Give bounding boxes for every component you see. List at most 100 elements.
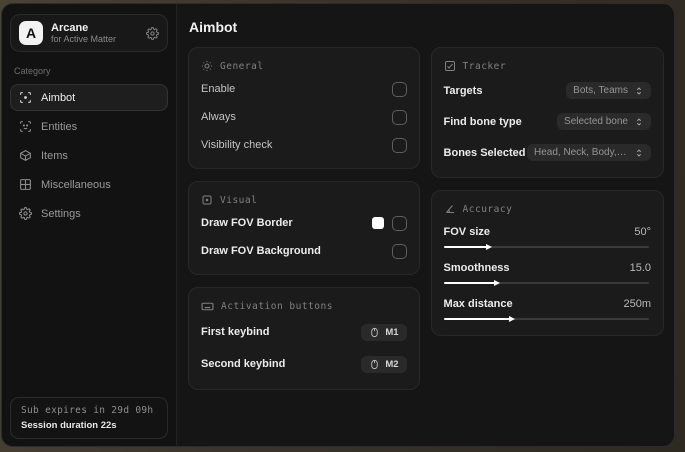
panel-title: Tracker [462, 60, 507, 72]
targets-dropdown[interactable]: Bots, Teams [566, 82, 651, 99]
setting-label: First keybind [201, 326, 270, 338]
gear-icon [19, 207, 32, 220]
setting-row-first-keybind: First keybind M1 [201, 319, 407, 345]
select-icon [634, 148, 644, 158]
sidebar-item-entities[interactable]: Entities [10, 113, 168, 140]
setting-row-bones-selected: Bones Selected Head, Neck, Body, Pe.. [444, 140, 651, 165]
setting-label: Bones Selected [443, 146, 526, 159]
keybind-value: M1 [385, 326, 399, 338]
slider-row-fov-size: FOV size 50° [443, 224, 651, 251]
entities-icon [19, 120, 32, 133]
slider-value: 250m [623, 298, 651, 310]
setting-label: Targets [443, 84, 483, 97]
layout-icon [19, 178, 32, 191]
app-name: Arcane [51, 21, 89, 34]
brand-card: A Arcane for Active Matter [10, 14, 168, 52]
keybind-button-m2[interactable]: M2 [361, 355, 407, 373]
sidebar-item-label: Entities [41, 120, 78, 133]
setting-row-visibility-check: Visibility check [201, 134, 407, 156]
panel-title: General [220, 60, 264, 72]
fov-background-checkbox[interactable] [391, 243, 407, 259]
setting-label: Draw FOV Background [201, 245, 321, 257]
keybind-value: M2 [385, 358, 399, 370]
panel-activation-buttons: Activation buttons First keybind M1 Seco… [188, 287, 420, 390]
main-content: Aimbot General Enable Always Visibility … [178, 4, 674, 446]
slider-fill [443, 315, 516, 322]
enable-checkbox[interactable] [391, 81, 407, 97]
panel-accuracy: Accuracy FOV size 50° Smoothness 15.0 Ma… [430, 190, 664, 336]
always-checkbox[interactable] [391, 109, 407, 125]
setting-row-fov-background: Draw FOV Background [201, 240, 407, 262]
panel-visual: Visual Draw FOV Border Draw FOV Backgrou… [188, 181, 420, 275]
slider-fill [443, 279, 501, 286]
crosshair-icon [19, 91, 32, 104]
sun-icon [201, 60, 213, 72]
setting-label: Second keybind [201, 358, 286, 370]
sidebar-item-settings[interactable]: Settings [10, 200, 168, 227]
panel-title: Visual [220, 194, 258, 206]
setting-label: Visibility check [201, 139, 273, 151]
dropdown-value: Selected bone [564, 116, 628, 127]
slider-row-smoothness: Smoothness 15.0 [443, 260, 651, 287]
category-label: Category [14, 66, 51, 76]
dropdown-value: Head, Neck, Body, Pe.. [534, 147, 628, 158]
setting-row-fov-border: Draw FOV Border [201, 212, 407, 234]
find-bone-type-dropdown[interactable]: Selected bone [557, 113, 651, 130]
dropdown-value: Bots, Teams [573, 85, 628, 96]
sidebar-item-items[interactable]: Items [10, 142, 168, 169]
sidebar-item-label: Settings [41, 207, 81, 220]
setting-row-find-bone-type: Find bone type Selected bone [444, 109, 651, 134]
mouse-icon [369, 327, 380, 338]
category-nav: Aimbot Entities Items Miscellaneous Sett… [10, 84, 168, 227]
page-title: Aimbot [189, 19, 238, 35]
sidebar-item-miscellaneous[interactable]: Miscellaneous [10, 171, 168, 198]
panel-general: General Enable Always Visibility check [188, 47, 420, 169]
setting-row-second-keybind: Second keybind M2 [201, 351, 407, 377]
panel-title: Accuracy [462, 203, 513, 215]
sidebar-item-label: Items [41, 149, 68, 162]
slider-value: 15.0 [629, 262, 651, 274]
sidebar-item-label: Aimbot [41, 91, 76, 104]
app-logo: A [19, 21, 43, 45]
keybind-button-m1[interactable]: M1 [361, 323, 407, 341]
color-swatch[interactable] [371, 217, 384, 229]
slider-value: 50° [634, 226, 651, 238]
sidebar-item-label: Miscellaneous [41, 178, 111, 191]
select-icon [634, 86, 644, 96]
select-icon [634, 117, 644, 127]
panel-title: Activation buttons [221, 301, 333, 312]
panel-tracker: Tracker Targets Bots, Teams Find bone ty… [430, 47, 664, 178]
bones-selected-dropdown[interactable]: Head, Neck, Body, Pe.. [527, 144, 651, 161]
setting-label: Find bone type [443, 115, 522, 128]
mouse-icon [369, 359, 380, 370]
sub-expires-text: Sub expires in 29d 09h [21, 405, 154, 416]
slider-fill [443, 243, 492, 250]
sidebar: A Arcane for Active Matter Category Aimb… [2, 4, 177, 446]
session-duration-text: Session duration 22s [21, 420, 117, 431]
focus-icon [201, 194, 213, 206]
tracker-icon [444, 60, 456, 72]
settings-gear-icon[interactable] [146, 26, 159, 40]
setting-label: Draw FOV Border [201, 217, 293, 229]
visibility-check-checkbox[interactable] [391, 137, 407, 153]
fov-border-checkbox[interactable] [391, 215, 407, 231]
slider-label: Smoothness [443, 262, 510, 274]
cube-icon [19, 149, 32, 162]
angle-icon [444, 203, 456, 215]
overlay-window: A Arcane for Active Matter Category Aimb… [1, 3, 675, 447]
setting-row-enable: Enable [201, 78, 407, 100]
slider-row-max-distance: Max distance 250m [443, 296, 651, 323]
setting-row-always: Always [201, 106, 407, 128]
sidebar-item-aimbot[interactable]: Aimbot [10, 84, 168, 111]
app-subtitle: for Active Matter [51, 34, 117, 45]
slider-label: Max distance [443, 298, 513, 310]
subscription-info-card: Sub expires in 29d 09h Session duration … [10, 397, 168, 439]
max-distance-slider[interactable] [443, 315, 651, 323]
setting-label: Always [201, 111, 236, 123]
setting-row-targets: Targets Bots, Teams [444, 78, 651, 103]
setting-label: Enable [201, 83, 236, 95]
slider-label: FOV size [443, 226, 490, 238]
keyboard-icon [201, 300, 214, 313]
fov-size-slider[interactable] [443, 243, 651, 251]
smoothness-slider[interactable] [443, 279, 651, 287]
